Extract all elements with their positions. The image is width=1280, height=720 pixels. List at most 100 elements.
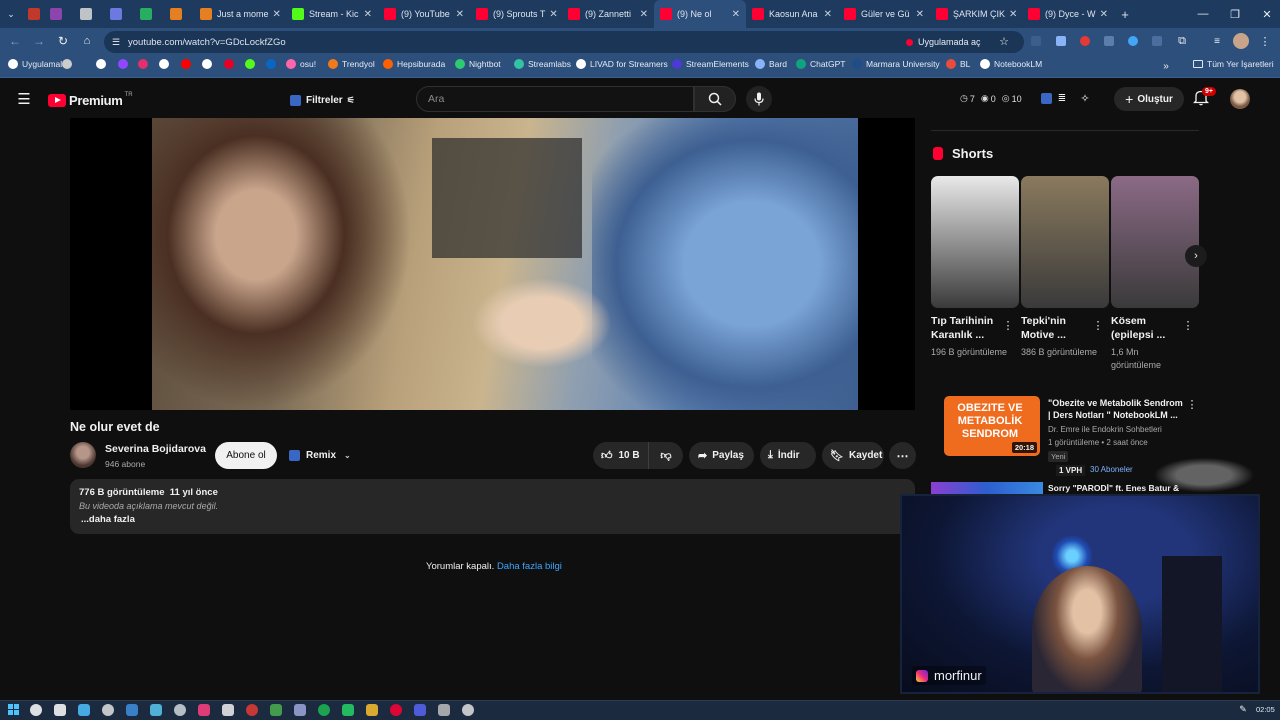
browser-tab[interactable]: (9) Sprouts T ✕	[470, 0, 562, 28]
dislike-button[interactable]: 👎︎	[649, 442, 683, 469]
browser-tab[interactable]	[74, 0, 104, 28]
bookmark-item[interactable]: ChatGPT	[796, 59, 845, 69]
open-in-app-button[interactable]: Uygulamada aç	[906, 35, 981, 49]
tab-close-icon[interactable]: ✕	[1005, 9, 1017, 20]
bookmark-item[interactable]	[138, 59, 152, 69]
privacy-icon[interactable]	[1151, 35, 1163, 47]
extension-icon[interactable]	[1030, 35, 1042, 47]
filters-button[interactable]: Filtreler ⚟	[290, 90, 362, 110]
whatsapp-icon[interactable]	[342, 704, 354, 716]
bookmark-item[interactable]	[62, 59, 76, 69]
minimize-button[interactable]: —	[1186, 0, 1220, 28]
tab-close-icon[interactable]: ✕	[728, 9, 740, 20]
search-button[interactable]	[694, 86, 736, 112]
bookmark-item[interactable]	[118, 59, 132, 69]
bookmark-item[interactable]: Nightbot	[455, 59, 501, 69]
tab-close-icon[interactable]: ✕	[1096, 9, 1108, 20]
app-icon[interactable]	[270, 704, 282, 716]
bookmark-item[interactable]: NotebookLM	[980, 59, 1042, 69]
browser-menu-icon[interactable]: ⋮	[1258, 34, 1272, 48]
browser-tab[interactable]: ŞARKIM ÇIK ✕	[930, 0, 1022, 28]
tiktok-icon[interactable]	[222, 704, 234, 716]
learn-more-link[interactable]: Daha fazla bilgi	[497, 561, 562, 572]
browser-tab[interactable]: Kaosun Ana ✕	[746, 0, 838, 28]
puzzle-icon[interactable]: ⧉	[1175, 34, 1189, 48]
app-icon[interactable]	[438, 704, 450, 716]
browser-tab[interactable]	[164, 0, 194, 28]
extension-badge-icon[interactable]	[1041, 93, 1052, 104]
rec-thumbnail[interactable]: OBEZITE VE METABOLİK SENDROM 20:18	[944, 396, 1040, 456]
bookmark-item[interactable]	[181, 59, 195, 69]
start-button[interactable]	[8, 704, 19, 715]
save-button[interactable]: 🔖︎ Kaydet	[822, 442, 884, 469]
search-input[interactable]: Ara	[428, 93, 444, 105]
spotify-alt-icon[interactable]	[198, 704, 210, 716]
more-actions-button[interactable]: ⋯	[889, 442, 916, 469]
bookmark-item[interactable]: osu!	[286, 59, 316, 69]
tab-close-icon[interactable]: ✕	[820, 9, 832, 20]
voice-search-button[interactable]	[746, 86, 772, 112]
channel-name[interactable]: Severina Bojidarova	[105, 443, 206, 455]
browser-tab[interactable]: (9) YouTube ✕	[378, 0, 470, 28]
show-more-link[interactable]: ...daha fazla	[81, 514, 135, 525]
shorts-next-button[interactable]: ›	[1185, 245, 1207, 267]
media-control-icon[interactable]: ≡	[1210, 34, 1224, 48]
short-thumbnail[interactable]	[1111, 176, 1199, 308]
next-rec-thumbnail[interactable]	[931, 482, 1043, 494]
short-title[interactable]: Tıp Tarihinin Karanlık ...	[931, 314, 1005, 342]
system-tray-clock[interactable]: 02:05	[1256, 705, 1275, 714]
browser-tab[interactable]: (9) Dyce - W ✕	[1022, 0, 1114, 28]
file-explorer-icon[interactable]	[126, 704, 138, 716]
chrome-icon[interactable]	[366, 704, 378, 716]
shield-icon[interactable]	[1103, 35, 1115, 47]
close-window-button[interactable]: ✕	[1250, 0, 1280, 28]
bookmark-item[interactable]: Streamlabs	[514, 59, 571, 69]
settings-icon[interactable]	[174, 704, 186, 716]
bookmark-item[interactable]: StreamElements	[672, 59, 749, 69]
browser-tab[interactable]	[134, 0, 164, 28]
home-icon[interactable]: ⌂	[80, 34, 94, 48]
browser-tab[interactable]: Stream - Kic ✕	[286, 0, 378, 28]
tab-close-icon[interactable]: ✕	[452, 9, 464, 20]
tab-close-icon[interactable]: ✕	[912, 9, 924, 20]
tab-search-button[interactable]: ⌄	[0, 0, 22, 28]
remix-button[interactable]: Remix ⌄	[284, 442, 354, 469]
bookmark-item[interactable]: BL	[946, 59, 970, 69]
bookmark-item[interactable]: Trendyol	[328, 59, 375, 69]
pen-icon[interactable]: ✎	[1238, 704, 1248, 714]
short-title[interactable]: Kösem (epilepsi ...	[1111, 314, 1185, 342]
video-player[interactable]	[70, 118, 915, 410]
short-more-icon[interactable]: ⋮	[1183, 318, 1194, 332]
bookmark-star-icon[interactable]: ☆	[997, 34, 1011, 48]
chat-icon[interactable]	[102, 704, 114, 716]
rec-channel[interactable]: Dr. Emre ile Endokrin Sohbetleri	[1048, 425, 1162, 434]
create-button[interactable]: + Oluştur	[1114, 87, 1184, 111]
share-button[interactable]: ➦ Paylaş	[689, 442, 754, 469]
tab-close-icon[interactable]: ✕	[545, 9, 557, 20]
profile-avatar[interactable]	[1233, 33, 1249, 49]
bookmark-item[interactable]: Bard	[755, 59, 787, 69]
ai-spark-icon[interactable]: ✧	[1078, 91, 1092, 105]
download-button[interactable]: ⤓ İndir	[760, 442, 816, 469]
browser-tab[interactable]	[44, 0, 74, 28]
browser-tab[interactable]: (9) Ne ol ✕	[654, 0, 746, 28]
bookmark-item[interactable]: Uygulamalar	[8, 59, 70, 69]
back-icon[interactable]: ←	[8, 34, 22, 48]
site-info-icon[interactable]: ☰	[110, 36, 122, 48]
bookmark-item[interactable]	[202, 59, 216, 69]
task-view-icon[interactable]	[54, 704, 66, 716]
bookmark-item[interactable]: LIVAD for Streamers	[576, 59, 668, 69]
browser-tab[interactable]: Güler ve Gü ✕	[838, 0, 930, 28]
account-avatar[interactable]	[1230, 89, 1250, 109]
all-bookmarks-folder[interactable]: Tüm Yer İşaretleri	[1193, 59, 1274, 69]
youtube-logo[interactable]: Premium TR	[48, 92, 133, 108]
bookmark-item[interactable]	[159, 59, 173, 69]
notifications-button[interactable]: 9+	[1192, 87, 1216, 109]
bookmark-item[interactable]: Hepsiburada	[383, 59, 445, 69]
short-more-icon[interactable]: ⋮	[1003, 318, 1014, 332]
forward-icon[interactable]: →	[32, 34, 46, 48]
list-icon[interactable]: ≣	[1056, 91, 1068, 105]
app-icon[interactable]	[294, 704, 306, 716]
bookmarks-overflow-icon[interactable]: »	[1160, 60, 1172, 72]
like-button[interactable]: 👍︎ 10 B	[593, 442, 649, 469]
